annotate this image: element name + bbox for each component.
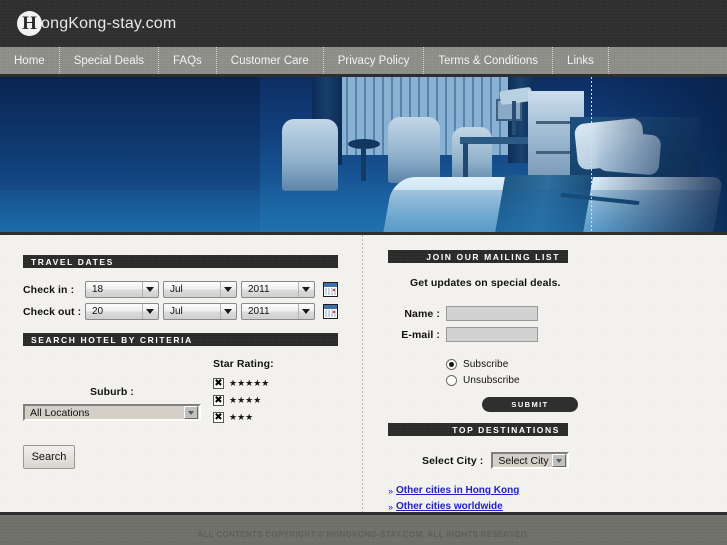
check-in-month-select[interactable]: Jul	[163, 281, 237, 298]
check-in-month-value: Jul	[170, 284, 183, 295]
nav-item-special-deals[interactable]: Special Deals	[60, 47, 160, 74]
subscribe-radio[interactable]	[446, 359, 457, 370]
hero-dotted-divider	[591, 77, 592, 232]
check-in-year-value: 2011	[248, 284, 270, 295]
email-field[interactable]	[446, 327, 538, 342]
hero-desk-leg-left	[463, 143, 468, 179]
select-city-value: Select City	[498, 454, 549, 467]
hero-side-table-stem	[361, 147, 366, 181]
chevron-down-icon	[142, 282, 157, 297]
chevron-down-icon	[298, 304, 313, 319]
logo-circle-icon: H	[17, 11, 42, 36]
check-out-month-value: Jul	[170, 306, 183, 317]
check-out-label: Check out :	[23, 305, 82, 318]
criteria-heading: SEARCH HOTEL BY CRITERIA	[23, 333, 338, 346]
copyright-text: ALL CONTENTS COPYRIGHT © HONGKONG-STAY.C…	[197, 530, 530, 539]
unsubscribe-label: Unsubscribe	[463, 375, 520, 386]
star-rating-5-checkbox[interactable]: ✖	[213, 378, 224, 389]
nav-item-links[interactable]: Links	[553, 47, 609, 74]
subscribe-label: Subscribe	[463, 359, 509, 370]
suburb-label: Suburb :	[90, 386, 134, 398]
check-in-label: Check in :	[23, 283, 75, 296]
check-out-year-value: 2011	[248, 306, 270, 317]
mailing-intro-text: Get updates on special deals.	[410, 277, 561, 289]
star-rating-label: Star Rating:	[213, 358, 274, 370]
check-out-day-value: 20	[92, 306, 104, 317]
star-rating-4-checkbox[interactable]: ✖	[213, 395, 224, 406]
submit-button[interactable]: SUBMIT	[482, 397, 578, 412]
name-field[interactable]	[446, 306, 538, 321]
link-other-cities-worldwide[interactable]: Other cities worldwide	[396, 501, 503, 512]
logo-text: ongKong-stay.com	[41, 14, 177, 32]
select-city-select[interactable]: Select City	[491, 452, 570, 469]
star-rating-3-checkbox[interactable]: ✖	[213, 412, 224, 423]
hero-lamp-arm	[512, 101, 516, 135]
nav-filler	[609, 47, 727, 74]
link-other-cities-hong-kong[interactable]: Other cities in Hong Kong	[396, 485, 519, 496]
star-rating-3-stars: ★★★	[229, 412, 254, 422]
link-bullet-icon: »	[388, 485, 394, 496]
hero-right-fade	[592, 77, 727, 232]
nav-item-terms-conditions[interactable]: Terms & Conditions	[424, 47, 554, 74]
travel-dates-heading: TRAVEL DATES	[23, 255, 338, 268]
check-out-day-select[interactable]: 20	[85, 303, 159, 320]
hero-armchair-2	[388, 117, 440, 183]
check-out-month-select[interactable]: Jul	[163, 303, 237, 320]
chevron-down-icon	[220, 282, 235, 297]
site-footer: ALL CONTENTS COPYRIGHT © HONGKONG-STAY.C…	[0, 512, 727, 542]
email-label: E-mail :	[401, 328, 440, 341]
hero-armchair-1	[282, 119, 338, 191]
suburb-select[interactable]: All Locations	[23, 404, 201, 421]
hero-banner	[0, 77, 727, 235]
select-city-label: Select City :	[422, 454, 484, 467]
search-button[interactable]: Search	[23, 445, 75, 469]
unsubscribe-radio[interactable]	[446, 375, 457, 386]
hero-room-photo	[0, 77, 727, 232]
star-rating-4-stars: ★★★★	[229, 395, 262, 405]
chevron-down-icon	[142, 304, 157, 319]
link-bullet-icon: »	[388, 501, 394, 512]
top-destinations-heading: TOP DESTINATIONS	[388, 423, 568, 436]
main-content: TRAVEL DATES Check in : 18 Jul 2011 Chec…	[0, 235, 727, 512]
nav-item-customer-care[interactable]: Customer Care	[217, 47, 324, 74]
main-navigation: Home Special Deals FAQs Customer Care Pr…	[0, 47, 727, 77]
search-column: TRAVEL DATES Check in : 18 Jul 2011 Chec…	[0, 235, 362, 512]
site-header: H ongKong-stay.com	[0, 0, 727, 47]
sidebar-column: JOIN OUR MAILING LIST Get updates on spe…	[362, 235, 727, 512]
chevron-down-icon	[552, 454, 567, 467]
nav-item-privacy-policy[interactable]: Privacy Policy	[324, 47, 425, 74]
nav-item-home[interactable]: Home	[0, 47, 60, 74]
chevron-down-icon	[220, 304, 235, 319]
suburb-value: All Locations	[30, 406, 90, 419]
name-label: Name :	[404, 307, 440, 320]
mailing-list-heading: JOIN OUR MAILING LIST	[388, 250, 568, 263]
site-logo[interactable]: H ongKong-stay.com	[17, 11, 176, 36]
nav-item-faqs[interactable]: FAQs	[159, 47, 217, 74]
check-out-year-select[interactable]: 2011	[241, 303, 315, 320]
check-in-day-select[interactable]: 18	[85, 281, 159, 298]
check-in-calendar-icon[interactable]	[323, 282, 338, 297]
chevron-down-icon	[298, 282, 313, 297]
star-rating-5-stars: ★★★★★	[229, 378, 270, 388]
check-in-day-value: 18	[92, 284, 104, 295]
check-out-calendar-icon[interactable]	[323, 304, 338, 319]
chevron-down-icon	[184, 406, 198, 419]
check-in-year-select[interactable]: 2011	[241, 281, 315, 298]
